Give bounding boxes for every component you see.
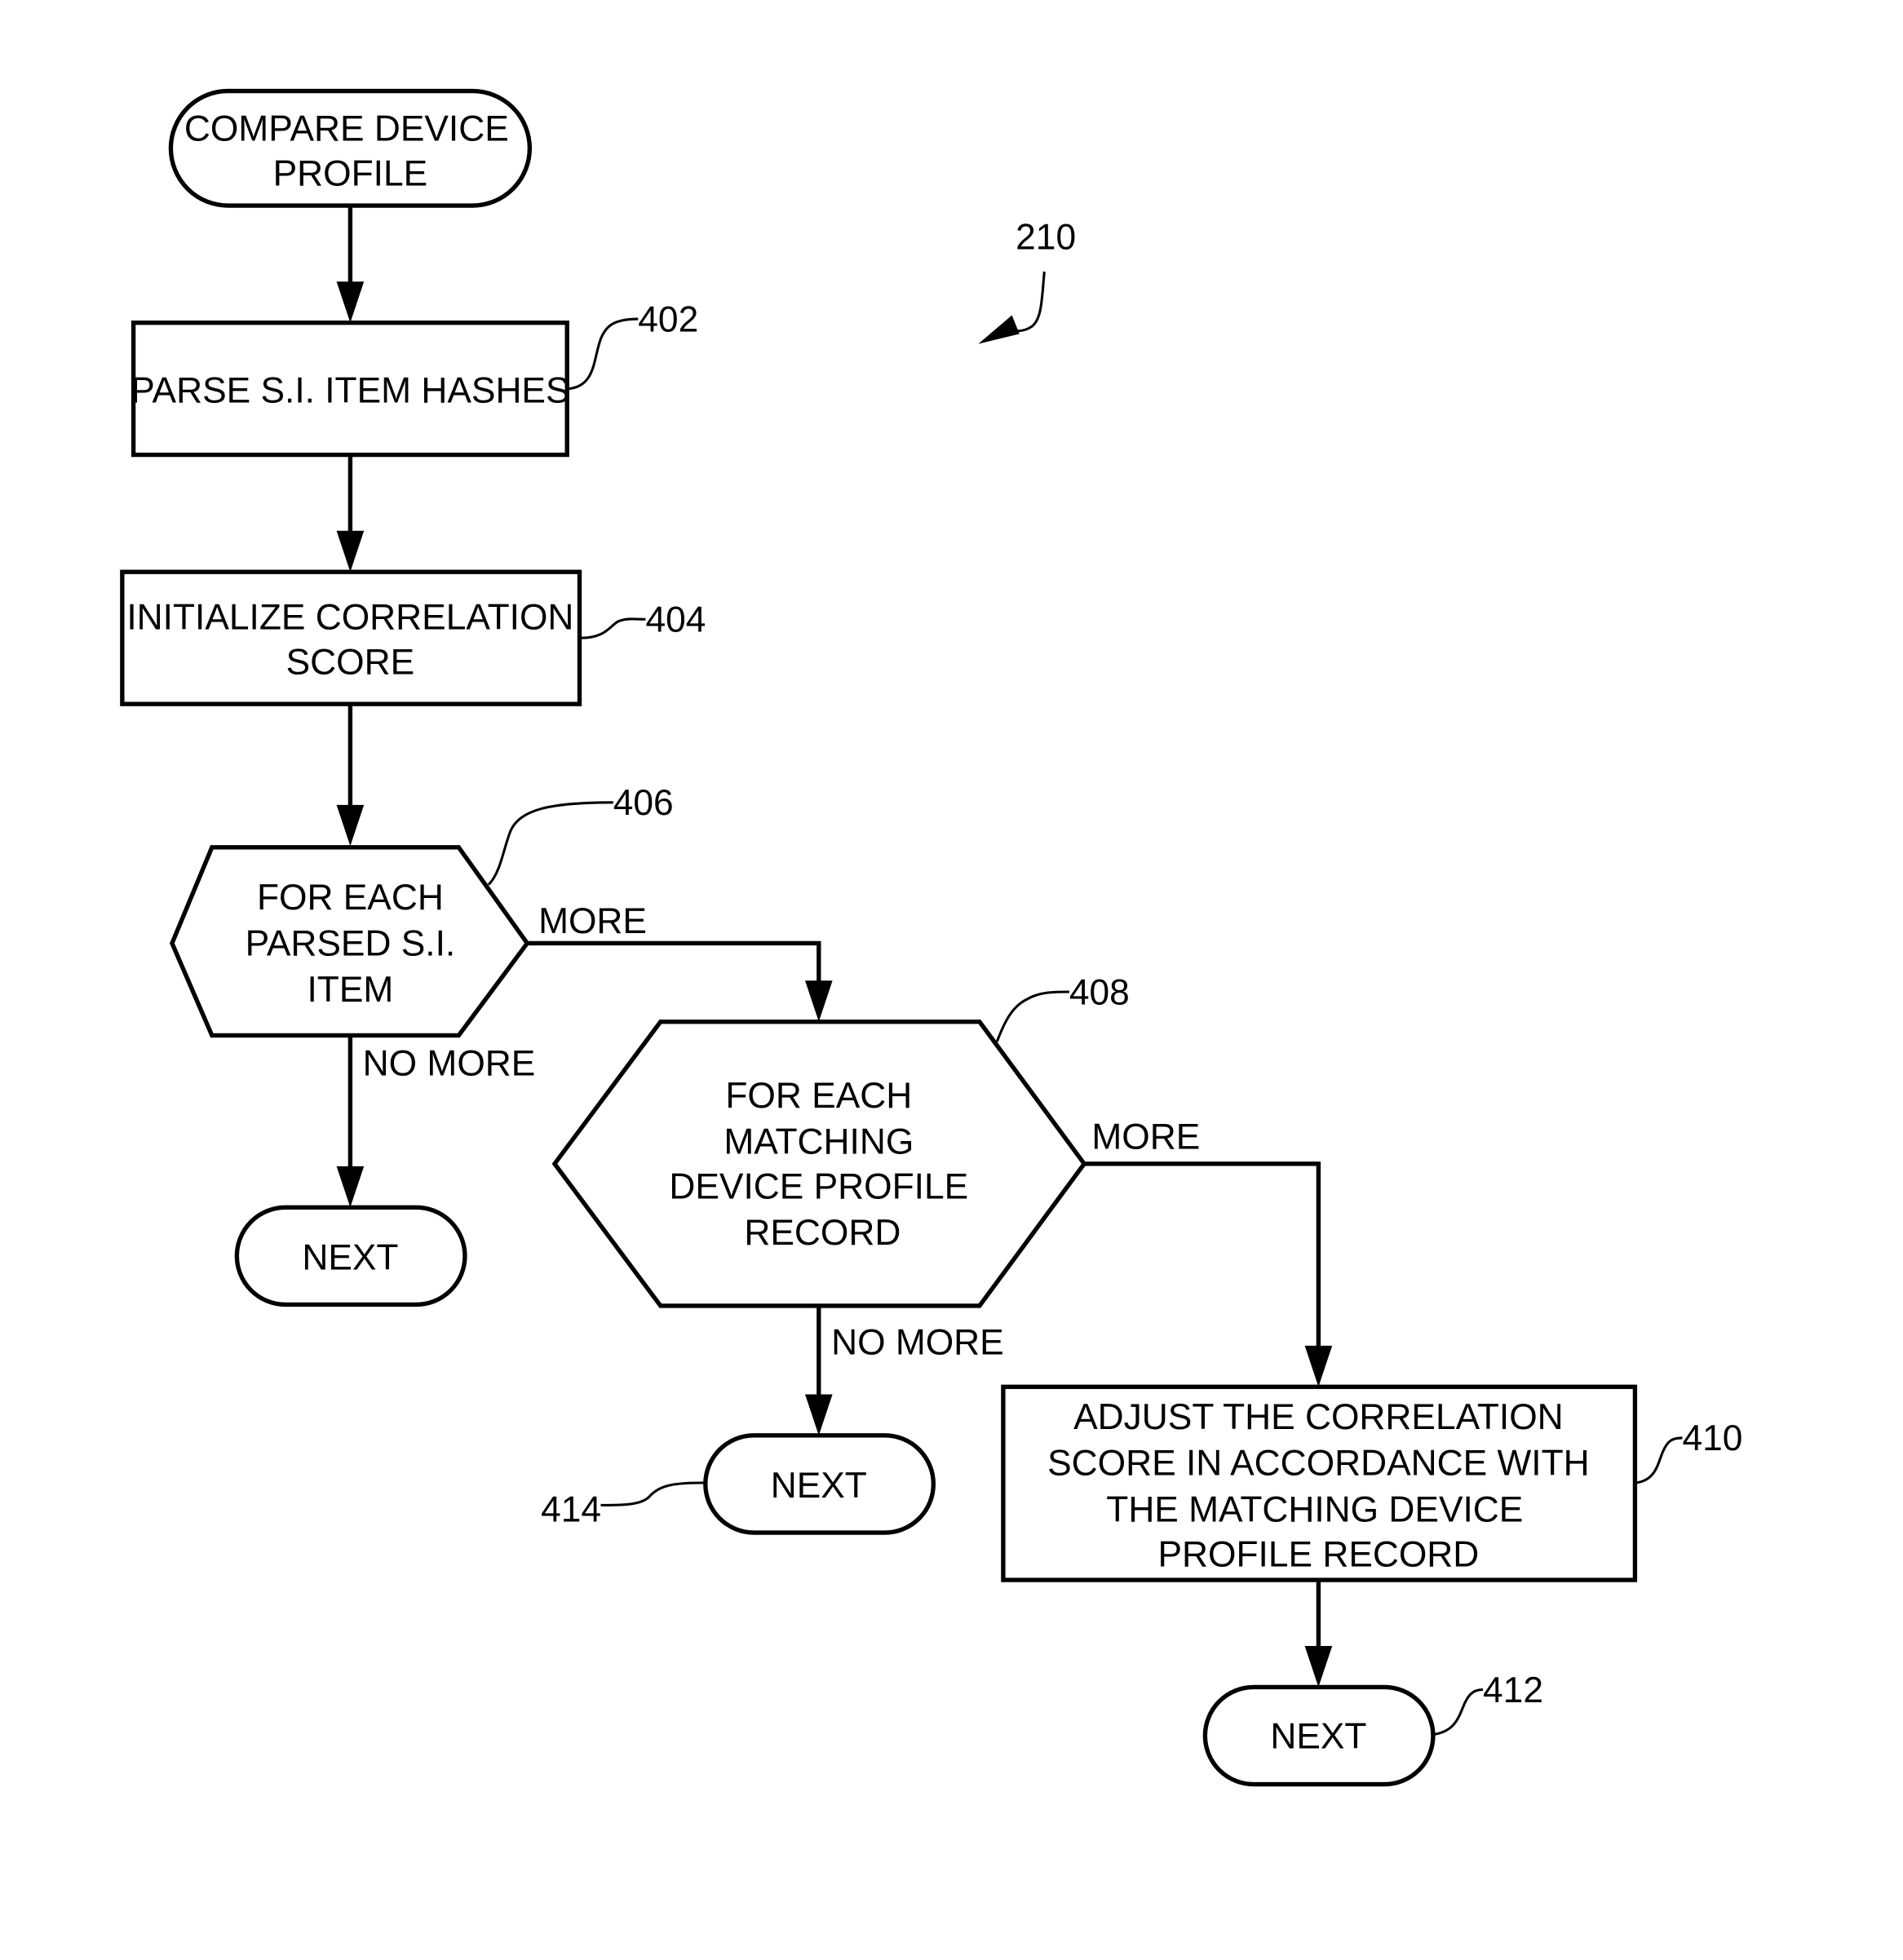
flowchart-210: COMPARE DEVICE PROFILE PARSE S.I. ITEM H… [120,88,1742,1787]
next-412-label: NEXT [1270,1716,1366,1756]
ref-406: 406 [613,783,674,823]
node-next-406: NEXT [234,1205,467,1307]
loop-408-label-line-3: DEVICE PROFILE [669,1167,968,1207]
ref-408: 408 [1069,972,1130,1012]
leader-414 [600,1481,706,1507]
arrowhead-404-to-406 [336,804,365,847]
loop-408-label-line-2: MATCHING [724,1122,914,1162]
arrow-408-more [1084,1161,1321,1354]
arrowhead-408-nomore [805,1394,833,1436]
leader-412 [1432,1688,1484,1737]
initialize-label-line-1: INITIALIZE CORRELATION [126,597,573,637]
edge-label-406-nomore: NO MORE [363,1043,536,1083]
start-label-line-1: COMPARE DEVICE [184,109,509,149]
loop-408-label-line-1: FOR EACH [725,1076,912,1116]
initialize-label-line-2: SCORE [286,642,415,682]
adjust-label-line-3: THE MATCHING DEVICE [1106,1489,1523,1529]
leader-410 [1635,1436,1683,1484]
arrow-406-more [527,940,821,989]
arrowhead-210 [978,315,1020,344]
node-414: NEXT 414 [541,1433,936,1535]
edge-label-406-more: MORE [538,901,647,941]
node-410: ADJUST THE CORRELATION SCORE IN ACCORDAN… [1001,1384,1742,1582]
arrowhead-start-to-402 [336,281,365,323]
ref-410: 410 [1682,1418,1742,1458]
node-408: FOR EACH MATCHING DEVICE PROFILE RECORD … [551,972,1130,1308]
node-404: INITIALIZE CORRELATION SCORE 404 [120,569,706,706]
leader-210 [1011,271,1046,333]
edge-label-408-nomore: NO MORE [831,1323,1004,1363]
parse-label: PARSE S.I. ITEM HASHES [131,370,569,410]
loop-408-hexagon [551,1020,1087,1308]
arrowhead-406-nomore [336,1166,365,1208]
ref-402: 402 [638,299,698,339]
arrowhead-410-to-412 [1304,1646,1333,1688]
loop-406-label-line-2: PARSED S.I. [246,924,456,964]
initialize-process-box [120,569,582,706]
start-label-line-2: PROFILE [273,154,428,194]
leader-404 [581,617,646,639]
figure-reference-210: 210 [978,218,1076,344]
arrowhead-406-more [805,980,833,1022]
arrowhead-408-more [1304,1345,1333,1387]
loop-408-label-line-4: RECORD [744,1213,901,1253]
adjust-label-line-4: PROFILE RECORD [1157,1534,1479,1574]
leader-406 [487,801,613,886]
leader-408 [995,990,1069,1042]
node-412: NEXT 412 [1202,1670,1543,1787]
ref-404: 404 [645,600,706,640]
ref-414: 414 [541,1489,601,1529]
leader-402 [568,317,639,391]
ref-412: 412 [1483,1670,1543,1710]
loop-406-label-line-3: ITEM [308,970,394,1010]
next-label: NEXT [302,1238,398,1278]
adjust-label-line-2: SCORE IN ACCORDANCE WITH [1047,1444,1590,1484]
arrowhead-402-to-404 [336,530,365,573]
ref-210: 210 [1016,218,1076,258]
node-402: PARSE S.I. ITEM HASHES 402 [131,299,698,458]
edge-label-408-more: MORE [1091,1117,1200,1157]
next-414-label: NEXT [771,1466,867,1506]
loop-406-label-line-1: FOR EACH [257,878,444,918]
node-start: COMPARE DEVICE PROFILE [168,88,533,208]
adjust-label-line-1: ADJUST THE CORRELATION [1073,1397,1564,1437]
